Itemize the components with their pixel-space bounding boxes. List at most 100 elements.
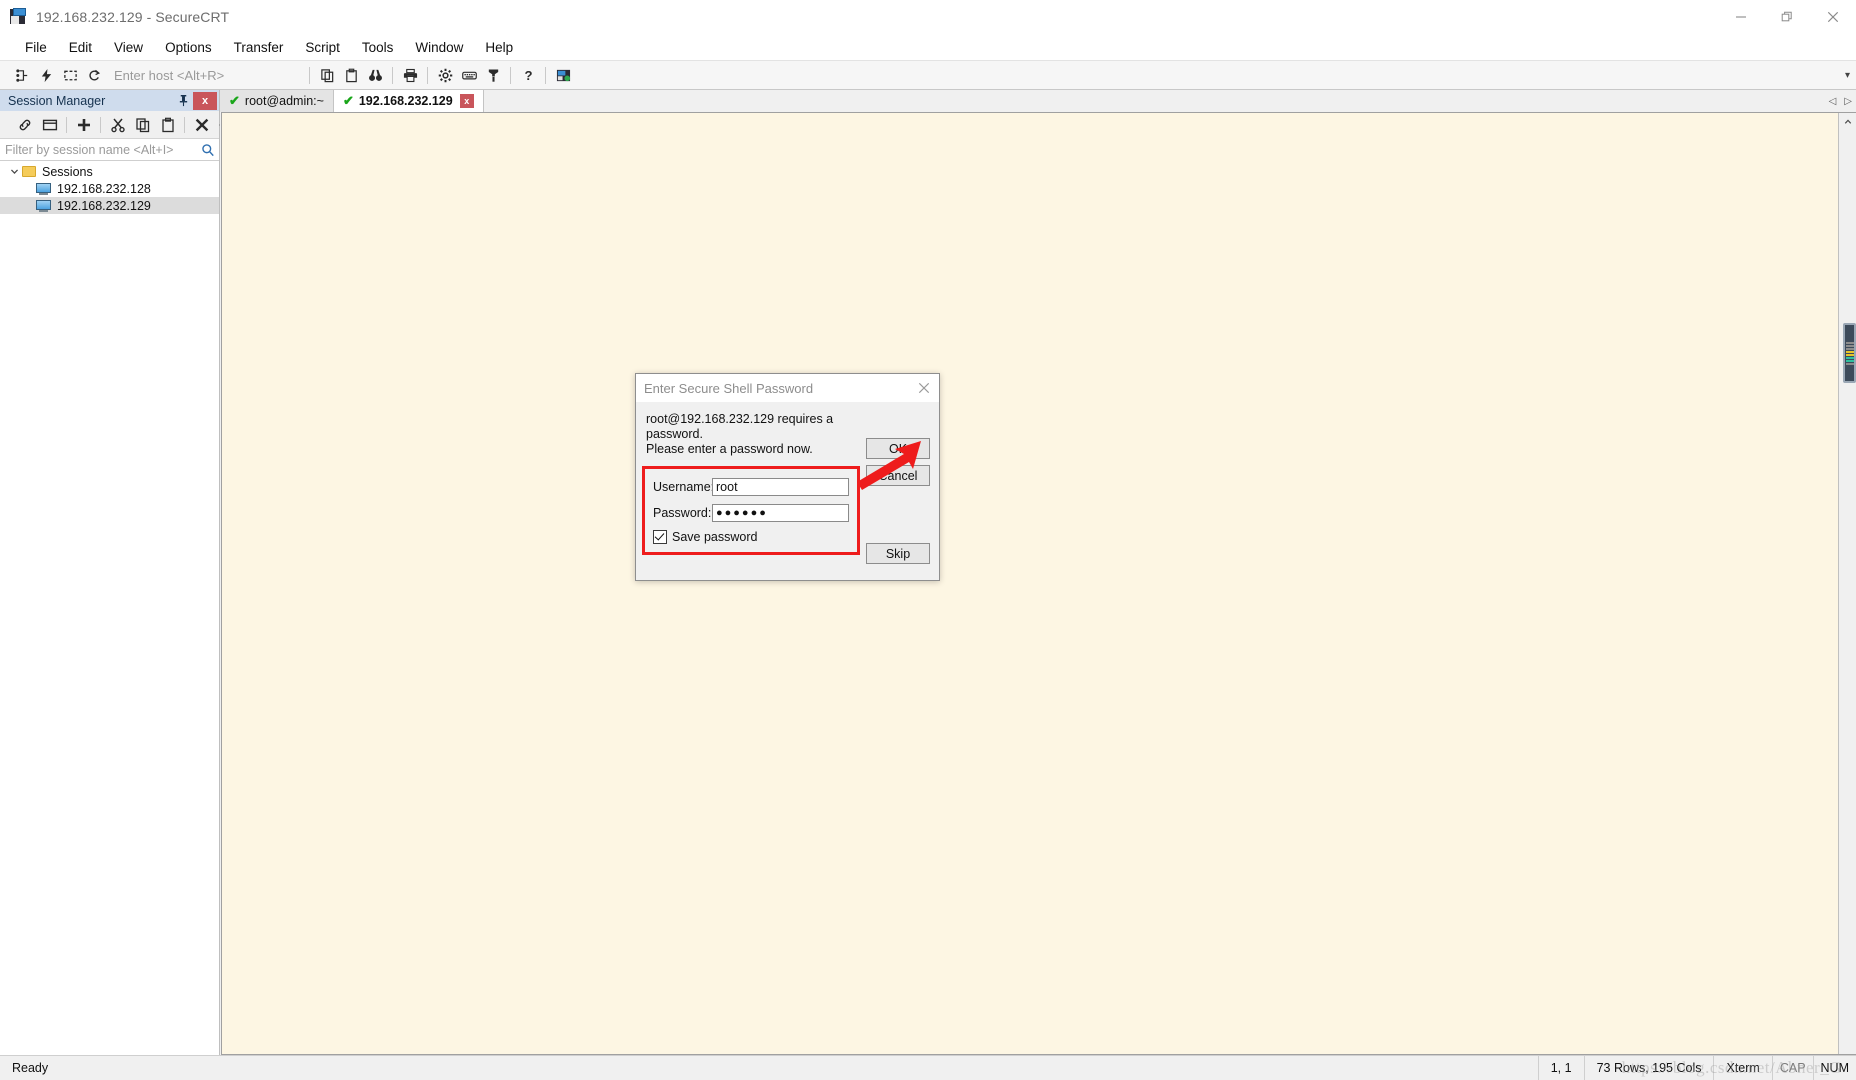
toolbar-overflow-chevron-down-icon[interactable]: ▾ <box>1845 70 1850 81</box>
session-manager-title: Session Manager <box>8 93 106 108</box>
username-label: Username: <box>653 480 715 494</box>
tab-prev-icon[interactable]: ◁ <box>1829 96 1837 107</box>
terminal-activity-indicator-icon <box>1843 323 1856 383</box>
tree-root-sessions[interactable]: Sessions <box>0 163 219 180</box>
close-icon[interactable] <box>1810 0 1856 34</box>
quick-connect-icon[interactable] <box>34 63 58 87</box>
restore-icon[interactable] <box>1764 0 1810 34</box>
password-row: Password: ●●●●●● <box>653 504 849 522</box>
toolbar-separator <box>510 66 511 84</box>
tab-192-168-232-129[interactable]: ✔ 192.168.232.129 x <box>333 90 484 112</box>
sidebar-item-session-128[interactable]: 192.168.232.128 <box>0 180 219 197</box>
session-label: 192.168.232.128 <box>57 181 151 196</box>
terminal-screen[interactable] <box>222 113 1838 1054</box>
copy-icon[interactable] <box>130 113 155 136</box>
save-password-label: Save password <box>672 530 758 544</box>
menu-edit[interactable]: Edit <box>58 37 103 58</box>
close-icon[interactable] <box>909 374 939 402</box>
dialog-message: root@192.168.232.129 requires a password… <box>636 410 851 457</box>
session-options-icon[interactable] <box>433 63 457 87</box>
save-password-row[interactable]: Save password <box>653 530 849 544</box>
session-manager-close-button[interactable]: x <box>193 91 217 110</box>
host-input[interactable]: Enter host <Alt+R> <box>106 68 304 83</box>
session-filter-row: Filter by session name <Alt+I> <box>0 139 219 161</box>
reconnect-icon[interactable] <box>82 63 106 87</box>
dialog-message-line1: root@192.168.232.129 requires a password… <box>646 412 834 441</box>
new-session-icon[interactable] <box>71 113 96 136</box>
window-controls <box>1718 0 1856 34</box>
minimize-icon[interactable] <box>1718 0 1764 34</box>
key-icon[interactable] <box>481 63 505 87</box>
sidebar-item-session-129[interactable]: 192.168.232.129 <box>0 197 219 214</box>
password-dialog: Enter Secure Shell Password root@192.168… <box>635 373 940 581</box>
connect-in-tab-icon[interactable] <box>58 63 82 87</box>
username-input[interactable]: root <box>712 478 849 496</box>
folder-icon <box>22 166 36 177</box>
pin-icon[interactable] <box>173 90 193 111</box>
green-check-icon: ✔ <box>229 93 240 108</box>
session-tree: Sessions 192.168.232.128 192.168.232.129 <box>0 161 219 1055</box>
session-manager-toolbar: » <box>0 111 246 139</box>
toolbar-separator <box>184 116 185 133</box>
toolbar-separator <box>309 66 310 84</box>
keymap-editor-icon[interactable] <box>457 63 481 87</box>
copy-icon[interactable] <box>315 63 339 87</box>
paste-icon[interactable] <box>155 113 180 136</box>
toolbar-separator <box>66 116 67 133</box>
help-icon[interactable]: ? <box>516 63 540 87</box>
dialog-title: Enter Secure Shell Password <box>644 380 814 396</box>
toolbar-separator <box>392 66 393 84</box>
terminal-scrollbar[interactable] <box>1838 113 1856 1054</box>
svg-text:?: ? <box>524 68 532 83</box>
tab-root-admin[interactable]: ✔ root@admin:~ <box>220 90 334 112</box>
terminal-panel: ✔ root@admin:~ ✔ 192.168.232.129 x ◁ ▷ <box>220 90 1856 1055</box>
menu-transfer[interactable]: Transfer <box>223 37 295 58</box>
dialog-buttons: OK Cancel Skip <box>866 438 930 564</box>
session-manager-toggle-icon[interactable] <box>551 63 575 87</box>
main-toolbar: Enter host <Alt+R> ? ▾ <box>0 60 1856 90</box>
session-manager-header: Session Manager x <box>0 90 219 111</box>
session-manager-panel: Session Manager x Filter by session name… <box>0 90 246 1055</box>
chevron-down-icon[interactable] <box>6 167 22 176</box>
cancel-button[interactable]: Cancel <box>866 465 930 486</box>
securecrt-terminal-icon <box>8 7 28 27</box>
scroll-up-arrow-icon[interactable] <box>1839 113 1856 130</box>
skip-button[interactable]: Skip <box>866 543 930 564</box>
password-input[interactable]: ●●●●●● <box>712 504 849 522</box>
menu-help[interactable]: Help <box>474 37 524 58</box>
menu-view[interactable]: View <box>103 37 154 58</box>
menu-window[interactable]: Window <box>404 37 474 58</box>
find-icon[interactable] <box>363 63 387 87</box>
credentials-group: Username: root Password: ●●●●●● Save pas… <box>642 466 860 555</box>
session-label: 192.168.232.129 <box>57 198 151 213</box>
toolbar-separator <box>427 66 428 84</box>
tab-label: root@admin:~ <box>244 94 324 108</box>
tab-next-icon[interactable]: ▷ <box>1844 96 1852 107</box>
menu-file[interactable]: File <box>14 37 58 58</box>
window-icon[interactable] <box>37 113 62 136</box>
dialog-body: root@192.168.232.129 requires a password… <box>636 402 939 580</box>
session-filter-input[interactable]: Filter by session name <Alt+I> <box>0 143 197 157</box>
tab-close-button[interactable]: x <box>459 94 474 108</box>
delete-icon[interactable] <box>189 113 214 136</box>
paste-icon[interactable] <box>339 63 363 87</box>
menu-bar: File Edit View Options Transfer Script T… <box>0 34 1856 60</box>
menu-options[interactable]: Options <box>154 37 223 58</box>
connect-icon[interactable] <box>10 63 34 87</box>
dialog-title-bar: Enter Secure Shell Password <box>636 374 939 402</box>
terminal-area <box>221 112 1856 1055</box>
securecrt-window: 192.168.232.129 - SecureCRT File Edit Vi… <box>0 0 1856 1080</box>
menu-script[interactable]: Script <box>294 37 351 58</box>
save-password-checkbox[interactable] <box>653 530 667 544</box>
toolbar-separator <box>100 116 101 133</box>
print-icon[interactable] <box>398 63 422 87</box>
cut-icon[interactable] <box>105 113 130 136</box>
ok-button[interactable]: OK <box>866 438 930 459</box>
tab-bar: ✔ root@admin:~ ✔ 192.168.232.129 x ◁ ▷ <box>220 90 1856 112</box>
status-ready-text: Ready <box>12 1061 49 1075</box>
link-icon[interactable] <box>12 113 37 136</box>
menu-tools[interactable]: Tools <box>351 37 405 58</box>
status-bar: Ready 1, 1 73 Rows, 195 Cols Xterm CAP N… <box>0 1055 1856 1080</box>
tab-label: 192.168.232.129 <box>358 94 453 108</box>
search-icon[interactable] <box>197 143 219 157</box>
